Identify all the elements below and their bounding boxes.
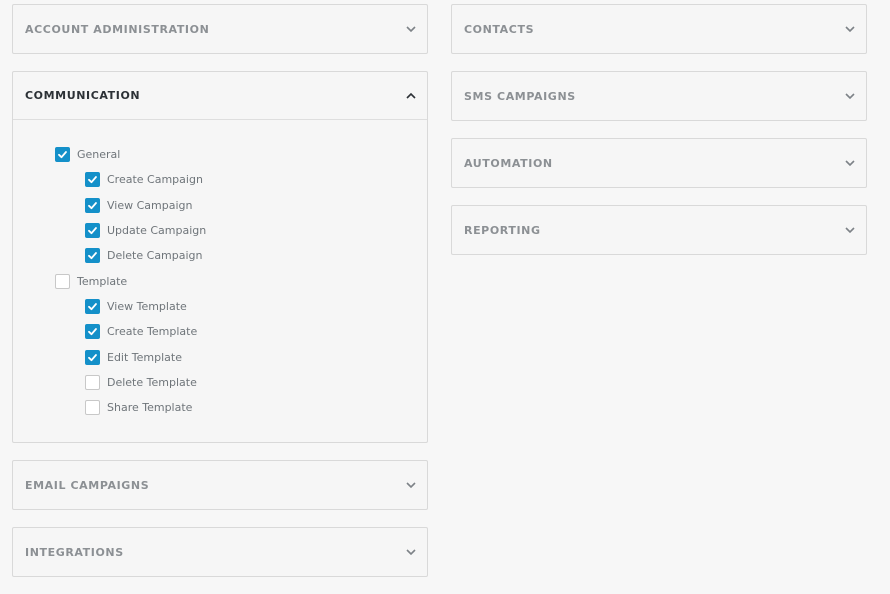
chevron-down-icon[interactable] [404, 22, 418, 36]
chevron-down-icon[interactable] [404, 545, 418, 559]
checkbox-checked[interactable] [85, 197, 100, 213]
permission-label[interactable]: General [77, 148, 120, 161]
right-column: CONTACTS SMS CAMPAIGNS AUTOMATION REPORT… [451, 4, 867, 272]
permission-row: General [13, 142, 427, 167]
checkmark-icon [87, 225, 98, 236]
panel-sms-campaigns: SMS CAMPAIGNS [451, 71, 867, 121]
panel-contacts: CONTACTS [451, 4, 867, 54]
panel-email-campaigns: EMAIL CAMPAIGNS [12, 460, 428, 510]
panel-header-email-campaigns[interactable]: EMAIL CAMPAIGNS [13, 461, 427, 509]
panel-header-communication[interactable]: COMMUNICATION [13, 72, 427, 120]
panel-title: INTEGRATIONS [25, 545, 124, 559]
panel-automation: AUTOMATION [451, 138, 867, 188]
permission-label[interactable]: View Template [107, 300, 187, 313]
chevron-down-icon[interactable] [843, 156, 857, 170]
chevron-down-icon[interactable] [404, 478, 418, 492]
panel-title: AUTOMATION [464, 156, 553, 170]
panel-header-contacts[interactable]: CONTACTS [452, 5, 866, 53]
permission-label[interactable]: Share Template [107, 401, 192, 414]
panel-communication: COMMUNICATION General Create Campaign View… [12, 71, 428, 443]
panel-header-automation[interactable]: AUTOMATION [452, 139, 866, 187]
permission-label[interactable]: Update Campaign [107, 224, 206, 237]
checkmark-icon [87, 200, 98, 211]
checkmark-icon [87, 174, 98, 185]
checkbox-checked[interactable] [85, 298, 100, 314]
permission-row: Delete Campaign [13, 243, 427, 268]
panel-header-account-administration[interactable]: ACCOUNT ADMINISTRATION [13, 5, 427, 53]
chevron-down-icon[interactable] [843, 89, 857, 103]
checkmark-icon [87, 250, 98, 261]
checkbox-checked[interactable] [85, 349, 100, 365]
checkmark-icon [87, 326, 98, 337]
checkmark-icon [57, 149, 68, 160]
panel-header-sms-campaigns[interactable]: SMS CAMPAIGNS [452, 72, 866, 120]
permission-label[interactable]: Create Campaign [107, 173, 203, 186]
checkmark-icon [87, 301, 98, 312]
permission-row: Create Template [13, 319, 427, 344]
checkbox-checked[interactable] [85, 324, 100, 340]
checkmark-icon [87, 352, 98, 363]
permission-row: Create Campaign [13, 167, 427, 192]
panel-integrations: INTEGRATIONS [12, 527, 428, 577]
panel-account-administration: ACCOUNT ADMINISTRATION [12, 4, 428, 54]
panel-header-integrations[interactable]: INTEGRATIONS [13, 528, 427, 576]
panel-title: ACCOUNT ADMINISTRATION [25, 22, 210, 36]
checkbox-checked[interactable] [85, 223, 100, 239]
chevron-up-icon[interactable] [404, 89, 418, 103]
chevron-down-icon[interactable] [843, 22, 857, 36]
panel-title: COMMUNICATION [25, 89, 141, 102]
checkbox-unchecked[interactable] [85, 374, 100, 390]
permission-row: Template [13, 268, 427, 293]
permission-row: Delete Template [13, 370, 427, 395]
panel-title: EMAIL CAMPAIGNS [25, 478, 150, 492]
panel-reporting: REPORTING [451, 205, 867, 255]
permission-label[interactable]: Edit Template [107, 351, 182, 364]
permission-label[interactable]: Delete Campaign [107, 249, 203, 262]
permission-row: View Template [13, 294, 427, 319]
permission-label[interactable]: Delete Template [107, 376, 197, 389]
checkbox-unchecked[interactable] [85, 400, 100, 416]
permission-label[interactable]: Create Template [107, 325, 197, 338]
checkbox-checked[interactable] [85, 172, 100, 188]
permission-row: Share Template [13, 395, 427, 420]
permission-row: Edit Template [13, 344, 427, 369]
left-column: ACCOUNT ADMINISTRATION COMMUNICATION Gen… [12, 4, 428, 594]
communication-permissions-list: General Create Campaign View Campaign Updat… [13, 120, 427, 442]
checkbox-unchecked[interactable] [55, 273, 70, 289]
panel-title: REPORTING [464, 223, 541, 237]
checkbox-checked[interactable] [85, 248, 100, 264]
checkbox-checked[interactable] [55, 147, 70, 163]
chevron-down-icon[interactable] [843, 223, 857, 237]
panel-header-reporting[interactable]: REPORTING [452, 206, 866, 254]
panel-title: CONTACTS [464, 22, 535, 36]
permission-label[interactable]: View Campaign [107, 199, 192, 212]
permission-row: Update Campaign [13, 218, 427, 243]
panel-title: SMS CAMPAIGNS [464, 89, 576, 103]
permission-label[interactable]: Template [77, 275, 127, 288]
permission-row: View Campaign [13, 193, 427, 218]
